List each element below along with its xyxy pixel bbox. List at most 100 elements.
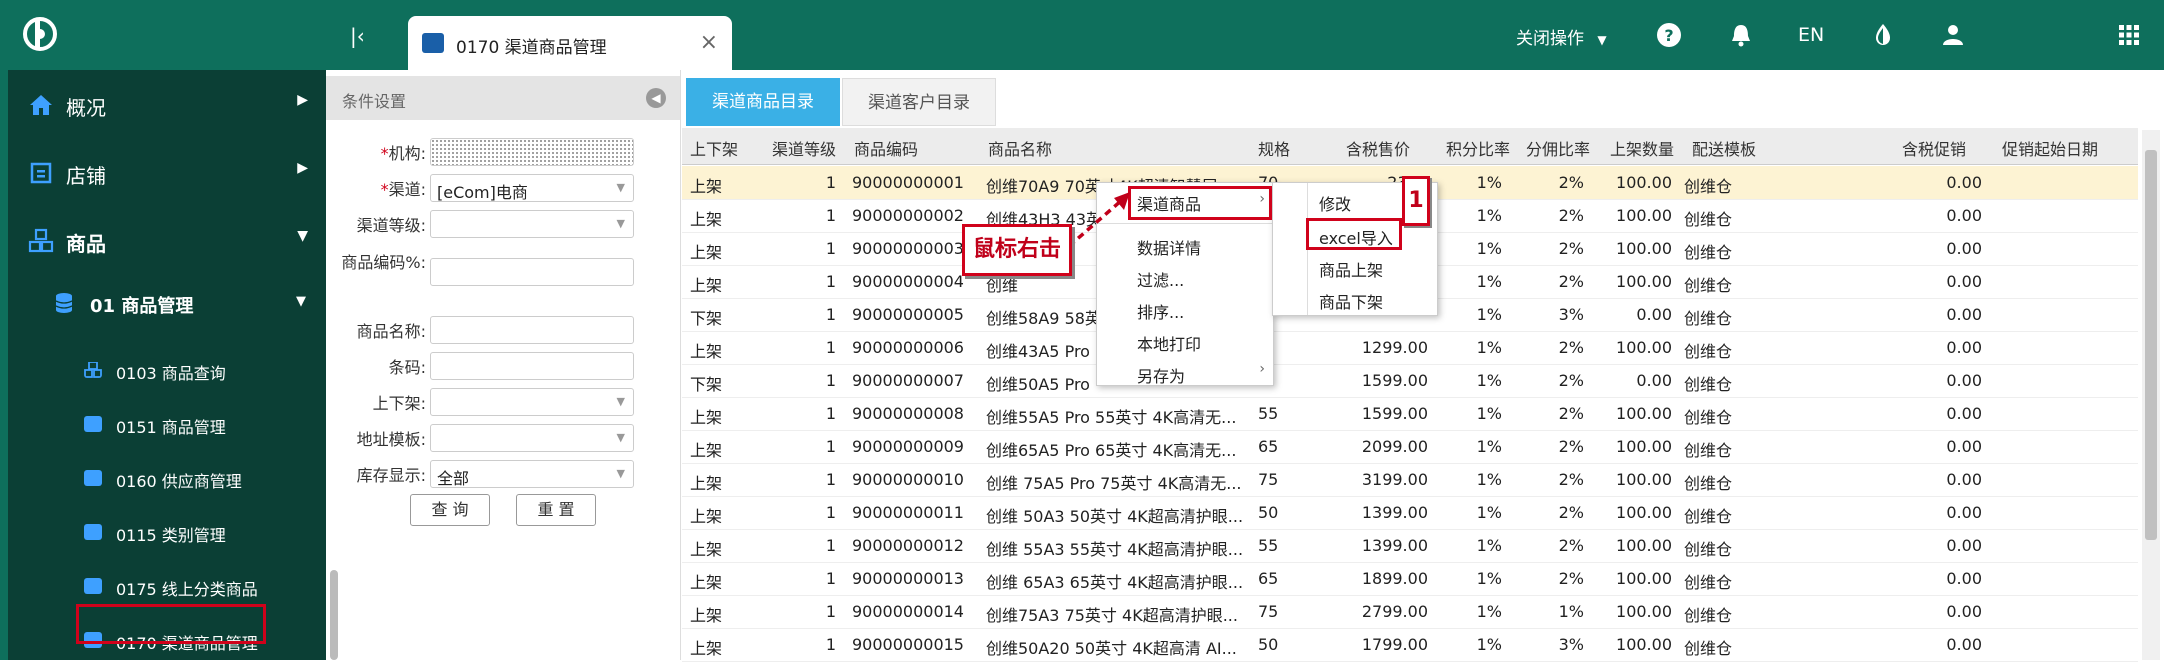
sidebar-item-goods[interactable]: 商品 ▼ [8, 206, 326, 274]
column-header[interactable]: 积分比率 [1446, 136, 1510, 160]
grid-scrollbar[interactable] [2142, 130, 2160, 660]
column-header[interactable]: 商品编码 [854, 136, 918, 160]
table-row[interactable]: 上架 1 90000000008 创维55A5 Pro 55英寸 4K高清无... 55… [682, 397, 2138, 431]
stock-select[interactable]: 全部 ▼ [430, 460, 634, 488]
column-header[interactable]: 商品名称 [988, 136, 1052, 160]
sidebar-item-shop[interactable]: 店铺 ▶ [8, 138, 326, 206]
sidebar: 概况 ▶ 店铺 ▶ 商品 ▼ 01 商品管理 ▼ 0103 商品查询 0151 … [0, 70, 326, 660]
shelf-select[interactable]: ▼ [430, 388, 634, 416]
table-row[interactable]: 上架 1 90000000011 创维 50A3 50英寸 4K超高清护眼... 50 1… [682, 496, 2138, 530]
table-cell: 2099.00 [1361, 437, 1428, 456]
table-cell: 上架 [690, 540, 723, 559]
sidebar-group-goods-mgmt[interactable]: 01 商品管理 ▼ [8, 284, 326, 330]
context-menu-item-filter[interactable]: 过滤... [1137, 267, 1184, 291]
language-toggle[interactable]: EN [1798, 24, 1824, 46]
table-cell: 90000000011 [852, 503, 964, 522]
table-cell: 创维仓 [1684, 507, 1733, 526]
column-header[interactable]: 上下架 [690, 136, 738, 160]
table-cell: 创维仓 [1684, 342, 1733, 361]
submenu-item-edit[interactable]: 修改 [1319, 191, 1351, 215]
submenu-item-unshelve[interactable]: 商品下架 [1319, 289, 1383, 313]
field-label-channel: *渠道: [380, 180, 426, 199]
table-row[interactable]: 上架 1 90000000012 创维 55A3 55英寸 4K超高清护眼... 55 1… [682, 529, 2138, 563]
context-menu-item-details[interactable]: 数据详情 [1137, 235, 1201, 259]
context-menu-item-print[interactable]: 本地打印 [1137, 331, 1201, 355]
channel-select[interactable]: [eCom]电商 ▼ [430, 174, 634, 202]
chevron-down-icon: ▼ [616, 181, 625, 194]
reset-button[interactable]: 重 置 [516, 494, 596, 526]
table-cell: 上架 [690, 573, 723, 592]
table-cell: 1599.00 [1361, 371, 1428, 390]
table-row[interactable]: 上架 1 90000000013 创维 65A3 65英寸 4K超高清护眼... 65 1… [682, 562, 2138, 596]
column-header[interactable]: 渠道等级 [772, 136, 836, 160]
submenu-item-shelve[interactable]: 商品上架 [1319, 257, 1383, 281]
grid-scrollbar-thumb[interactable] [2145, 150, 2157, 540]
table-cell: 创维仓 [1684, 177, 1733, 196]
sidebar-item-0160[interactable]: 0160 供应商管理 [8, 460, 326, 500]
table-row[interactable]: 上架 1 90000000006 创维43A5 Pro 1299.00 1% 2% 100.0… [682, 331, 2138, 365]
sidebar-item-0175[interactable]: 0175 线上分类商品 [8, 568, 326, 608]
table-cell: 3% [1558, 635, 1584, 654]
table-cell: 2% [1558, 569, 1584, 588]
context-menu-item-save-as[interactable]: 另存为 [1137, 363, 1185, 387]
table-row[interactable]: 上架 1 90000000015 创维50A20 50英寸 4K超高清 AI... 50… [682, 628, 2138, 662]
table-cell: 100.00 [1616, 173, 1672, 192]
table-cell: 1 [825, 206, 836, 225]
table-cell: 创维55A5 Pro 55英寸 4K高清无... [986, 408, 1237, 427]
table-cell: 0.00 [1946, 602, 1982, 621]
close-ops-dropdown[interactable]: 关闭操作 ▼ [1516, 24, 1607, 49]
table-cell: 1% [1558, 602, 1584, 621]
code-input[interactable] [430, 258, 634, 286]
table-cell: 创维仓 [1684, 375, 1733, 394]
table-cell: 90000000014 [852, 602, 964, 621]
column-header[interactable]: 规格 [1258, 136, 1290, 160]
field-label-channel-level: 渠道等级: [356, 216, 426, 235]
close-icon[interactable]: × [700, 30, 718, 55]
column-header[interactable]: 分佣比率 [1526, 136, 1590, 160]
org-input[interactable] [430, 138, 634, 166]
channel-level-select[interactable]: ▼ [430, 210, 634, 238]
table-row[interactable]: 上架 1 90000000010 创维 75A5 Pro 75英寸 4K高清无... 7… [682, 463, 2138, 497]
bell-icon[interactable] [1728, 22, 1754, 48]
tab-active[interactable]: 0170 渠道商品管理 × [408, 16, 732, 70]
condition-panel-scrollbar[interactable] [330, 570, 338, 660]
sidebar-item-overview[interactable]: 概况 ▶ [8, 70, 326, 138]
table-row[interactable]: 上架 1 90000000009 创维65A5 Pro 65英寸 4K高清无... 65… [682, 430, 2138, 464]
database-icon [55, 293, 73, 313]
column-header[interactable]: 配送模板 [1692, 136, 1756, 160]
table-cell: 0.00 [1946, 371, 1982, 390]
collapse-left-icon[interactable]: ◀ [646, 88, 666, 108]
column-header[interactable]: 含税售价 [1346, 136, 1410, 160]
barcode-input[interactable] [430, 352, 634, 380]
column-header[interactable]: 含税促销 [1902, 136, 1966, 160]
annotation-callout: 鼠标右击 [962, 224, 1072, 276]
user-icon[interactable] [1940, 22, 1966, 48]
query-button[interactable]: 查 询 [410, 494, 490, 526]
contrast-icon[interactable] [1870, 22, 1896, 48]
column-header[interactable]: 上架数量 [1610, 136, 1674, 160]
table-cell: 0.00 [1946, 338, 1982, 357]
tab-channel-goods[interactable]: 渠道商品目录 [686, 78, 840, 126]
address-template-select[interactable]: ▼ [430, 424, 634, 452]
table-cell: 0.00 [1946, 173, 1982, 192]
field-label-code: 商品编码%: [341, 253, 426, 272]
help-icon[interactable]: ? [1656, 22, 1682, 48]
table-cell: 75 [1258, 602, 1279, 621]
table-cell: 上架 [690, 276, 723, 295]
context-menu-item-sort[interactable]: 排序... [1137, 299, 1184, 323]
sidebar-item-0151[interactable]: 0151 商品管理 [8, 406, 326, 446]
table-cell: 2% [1558, 503, 1584, 522]
table-row[interactable]: 上架 1 90000000014 创维75A3 75英寸 4K超高清护眼... 75 27… [682, 595, 2138, 629]
table-cell: 90000000012 [852, 536, 964, 555]
name-input[interactable] [430, 316, 634, 344]
cart-icon [84, 470, 102, 486]
tab-channel-customers[interactable]: 渠道客户目录 [842, 78, 996, 126]
sidebar-item-0115[interactable]: 0115 类别管理 [8, 514, 326, 554]
collapse-sidebar-icon[interactable]: |‹ [350, 24, 365, 48]
sidebar-group-label: 01 商品管理 [90, 296, 194, 317]
sidebar-item-0103[interactable]: 0103 商品查询 [8, 352, 326, 392]
column-header[interactable]: 促销起始日期 [2002, 136, 2098, 160]
table-cell: 1 [825, 536, 836, 555]
table-row[interactable]: 下架 1 90000000007 创维50A5 Pro 1599.00 1% 2% 0.00 创… [682, 364, 2138, 398]
grid-menu-icon[interactable] [2116, 22, 2142, 48]
